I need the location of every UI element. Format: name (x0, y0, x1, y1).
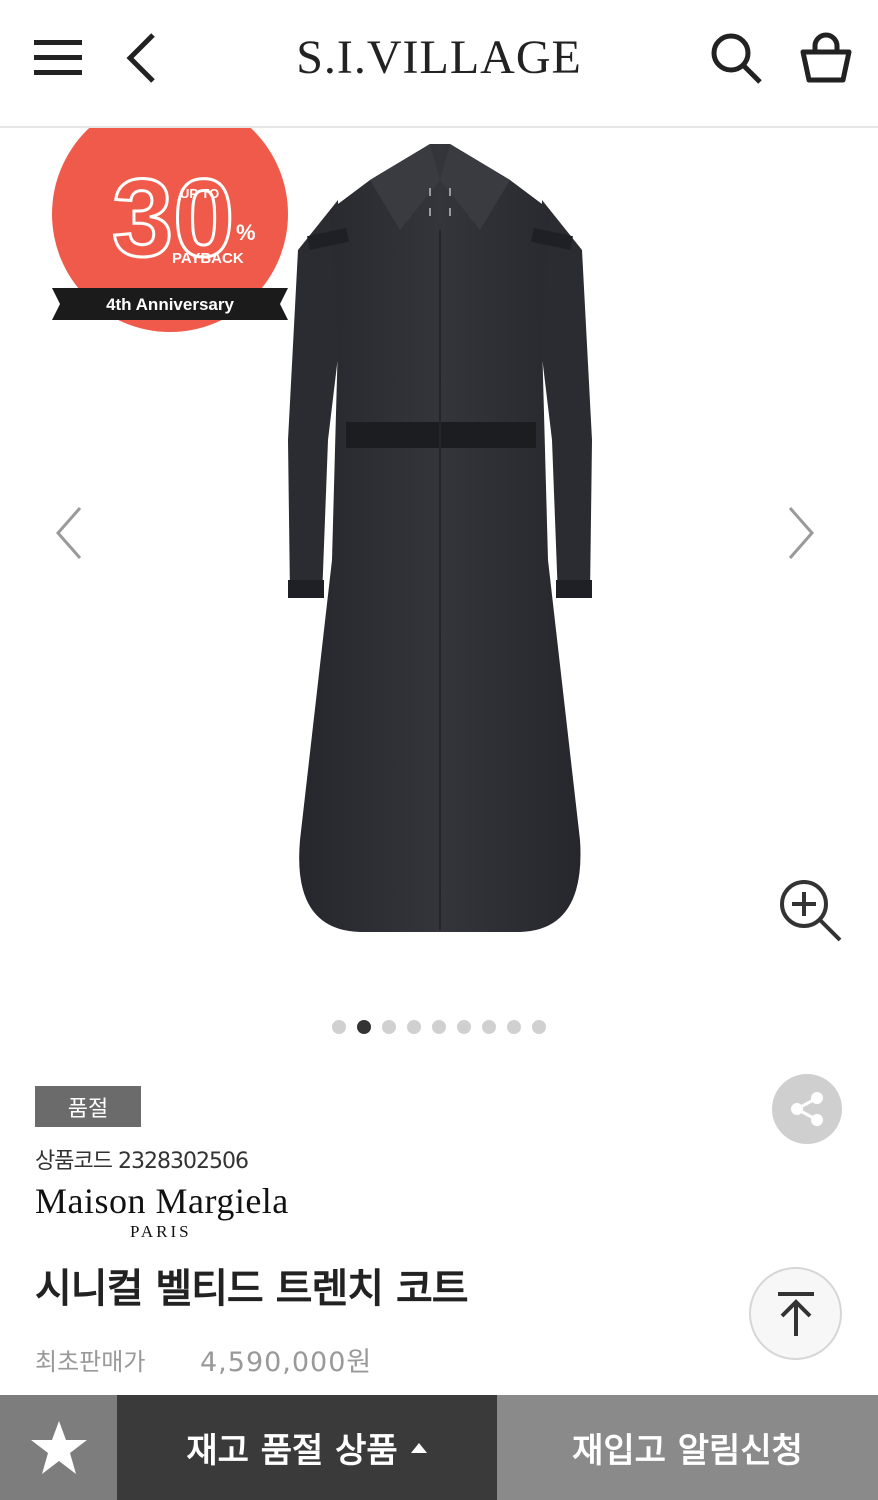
product-code-value: 2328302506 (117, 1149, 249, 1174)
pagination-dot[interactable] (332, 1020, 346, 1034)
brand-name[interactable]: Maison Margiela (35, 1180, 289, 1222)
badge-upto: UP TO (180, 186, 219, 201)
bottom-action-bar: 재고 품절 상품 재입고 알림신청 (0, 1395, 878, 1500)
search-icon (711, 33, 762, 84)
cart-button[interactable] (796, 28, 856, 88)
app-header: S.I.VILLAGE (0, 0, 878, 128)
price-label: 최초판매가 (35, 1348, 146, 1376)
pagination-dot[interactable] (507, 1020, 521, 1034)
restock-notify-button[interactable]: 재입고 알림신청 (497, 1395, 878, 1500)
badge-ribbon-text: 4th Anniversary (106, 295, 234, 314)
promo-badge[interactable]: 30 UP TO % PAYBACK 4th Anniversary (52, 128, 292, 346)
payback-badge-graphic: 30 UP TO % PAYBACK 4th Anniversary (52, 128, 288, 332)
price-value: 4,590,000원 (200, 1347, 373, 1378)
badge-percent: % (236, 220, 256, 245)
pagination-dot[interactable] (532, 1020, 546, 1034)
zoom-in-icon (780, 880, 842, 942)
search-button[interactable] (706, 28, 766, 88)
pagination-dot[interactable] (407, 1020, 421, 1034)
star-icon (30, 1420, 87, 1474)
badge-payback: PAYBACK (172, 250, 244, 267)
chevron-left-icon (56, 507, 82, 559)
product-image (288, 144, 592, 932)
caret-up-icon (410, 1442, 427, 1453)
pagination-dot[interactable] (432, 1020, 446, 1034)
wishlist-button[interactable] (0, 1395, 117, 1500)
product-title: 시니컬 벨티드 트렌치 코트 (35, 1266, 469, 1312)
zoom-button[interactable] (776, 876, 848, 948)
pagination-dot[interactable] (457, 1020, 471, 1034)
brand-subtitle: PARIS (130, 1222, 192, 1241)
gallery-pagination (0, 1020, 878, 1034)
share-icon (791, 1092, 823, 1126)
pagination-dot[interactable] (482, 1020, 496, 1034)
gallery-prev-button[interactable] (44, 498, 94, 568)
status-badge: 품절 (35, 1086, 141, 1127)
gallery-next-button[interactable] (776, 498, 826, 568)
soldout-status-button[interactable]: 재고 품절 상품 (117, 1395, 497, 1500)
product-code: 상품코드 2328302506 (35, 1143, 249, 1175)
product-image-gallery[interactable]: 30 UP TO % PAYBACK 4th Anniversary (0, 128, 878, 1048)
shopping-basket-icon (800, 32, 852, 83)
pagination-dot[interactable] (357, 1020, 371, 1034)
chevron-right-icon (788, 507, 814, 559)
share-button[interactable] (772, 1074, 842, 1144)
soldout-button-label: 재고 품절 상품 (186, 1431, 398, 1471)
pagination-dot[interactable] (382, 1020, 396, 1034)
scroll-to-top-button[interactable] (749, 1267, 842, 1360)
product-code-label: 상품코드 (35, 1149, 113, 1174)
arrow-up-icon (777, 1291, 814, 1336)
